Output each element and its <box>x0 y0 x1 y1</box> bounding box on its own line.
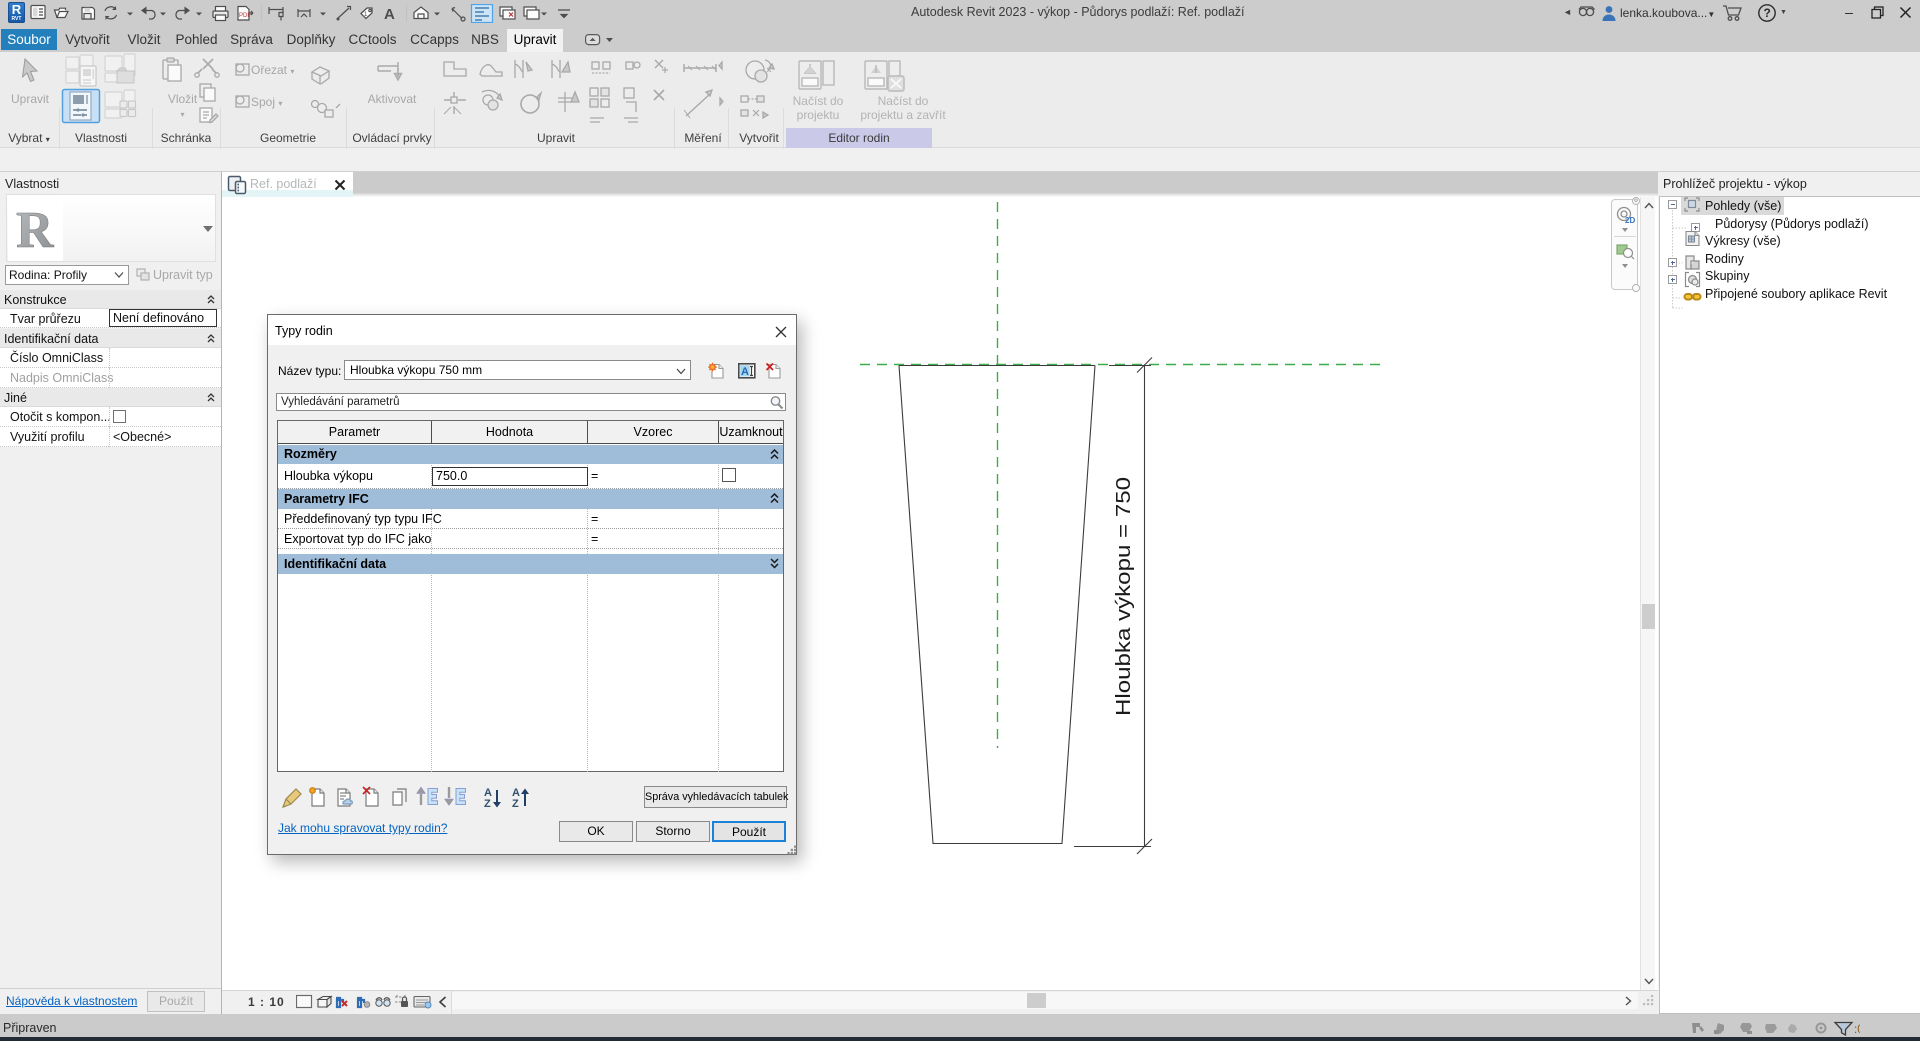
svg-text:?: ? <box>1764 6 1771 20</box>
svg-text:2D: 2D <box>1625 216 1635 225</box>
svg-text:Z: Z <box>512 798 519 810</box>
svg-text::0: :0 <box>1854 1024 1860 1036</box>
svg-text:PDF: PDF <box>239 13 251 19</box>
svg-text:Hloubka výkopu = 750: Hloubka výkopu = 750 <box>1113 477 1135 716</box>
svg-text:A: A <box>384 6 395 23</box>
svg-text:Z: Z <box>484 798 491 810</box>
svg-text:A: A <box>741 366 749 378</box>
svg-text:R: R <box>16 202 55 259</box>
